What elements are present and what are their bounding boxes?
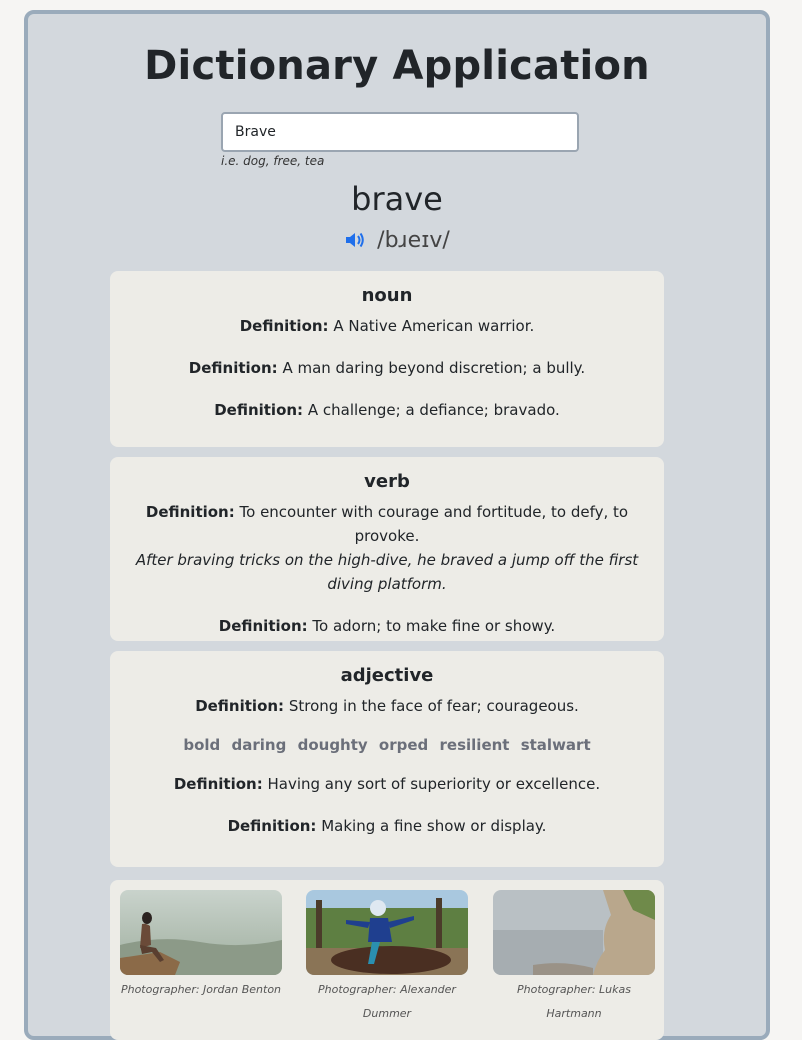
definition: Definition: A man daring beyond discreti… [130, 356, 644, 380]
word-heading: brave [351, 180, 443, 218]
definition-text: Having any sort of superiority or excell… [267, 775, 601, 793]
photo-card: Photographer: Lukas Hartmann [493, 890, 655, 1026]
search-hint: i.e. dog, free, tea [221, 154, 325, 168]
phonetic-text: /bɹeɪv/ [377, 228, 450, 253]
page-title: Dictionary Application [144, 43, 650, 89]
definition-label: Definition: [173, 775, 263, 793]
phonetic-line: /bɹeɪv/ [28, 228, 766, 253]
definition-text: A Native American warrior. [333, 317, 535, 335]
meaning-card-noun: noun Definition: A Native American warri… [110, 271, 664, 447]
meaning-card-adjective: adjective Definition: Strong in the face… [110, 651, 664, 867]
definition: Definition: A challenge; a defiance; bra… [130, 398, 644, 422]
photo-credit: Photographer: Alexander Dummer [318, 983, 456, 1020]
definition: Definition: A Native American warrior. [130, 314, 644, 338]
search-area: i.e. dog, free, tea [221, 112, 581, 168]
definition-text: A challenge; a defiance; bravado. [307, 401, 560, 419]
photo-image[interactable] [493, 890, 655, 975]
definition-text: Strong in the face of fear; courageous. [288, 697, 579, 715]
part-of-speech: verb [364, 471, 410, 492]
synonym[interactable]: stalwart [521, 736, 591, 754]
synonym[interactable]: resilient [440, 736, 510, 754]
definition-label: Definition: [239, 317, 329, 335]
synonym[interactable]: bold [183, 736, 220, 754]
speaker-icon[interactable] [344, 228, 377, 253]
synonym[interactable]: orped [379, 736, 428, 754]
synonym-list: bold daring doughty orped resilient stal… [130, 736, 644, 754]
synonym[interactable]: daring [232, 736, 287, 754]
definition-text: To encounter with courage and fortitude,… [239, 503, 629, 545]
definition-text: Making a fine show or display. [321, 817, 547, 835]
photo-image[interactable] [120, 890, 282, 975]
definition-label: Definition: [218, 617, 308, 635]
meaning-card-verb: verb Definition: To encounter with coura… [110, 457, 664, 641]
part-of-speech: adjective [340, 665, 434, 686]
definition: Definition: Having any sort of superiori… [130, 772, 644, 796]
definition-text: To adorn; to make fine or showy. [312, 617, 556, 635]
photo-credit: Photographer: Lukas Hartmann [516, 983, 631, 1020]
definition-example: After braving tricks on the high-dive, h… [135, 551, 639, 593]
definition: Definition: Strong in the face of fear; … [130, 694, 644, 718]
definition-label: Definition: [214, 401, 304, 419]
photo-gallery: Photographer: Jordan Benton Photographer… [110, 880, 664, 1040]
definition-label: Definition: [188, 359, 278, 377]
definition: Definition: Making a fine show or displa… [130, 814, 644, 838]
definition-label: Definition: [145, 503, 235, 521]
dictionary-app: Dictionary Application i.e. dog, free, t… [24, 10, 770, 1040]
definition: Definition: To adorn; to make fine or sh… [130, 614, 644, 638]
photo-credit: Photographer: Jordan Benton [120, 983, 282, 996]
synonym[interactable]: doughty [298, 736, 368, 754]
part-of-speech: noun [361, 285, 413, 306]
definition-text: A man daring beyond discretion; a bully. [282, 359, 586, 377]
photo-image[interactable] [306, 890, 468, 975]
photo-card: Photographer: Alexander Dummer [306, 890, 468, 1026]
photo-card: Photographer: Jordan Benton [120, 890, 282, 1002]
definition: Definition: To encounter with courage an… [130, 500, 644, 596]
definition-label: Definition: [195, 697, 285, 715]
definition-label: Definition: [227, 817, 317, 835]
search-input[interactable] [221, 112, 579, 152]
